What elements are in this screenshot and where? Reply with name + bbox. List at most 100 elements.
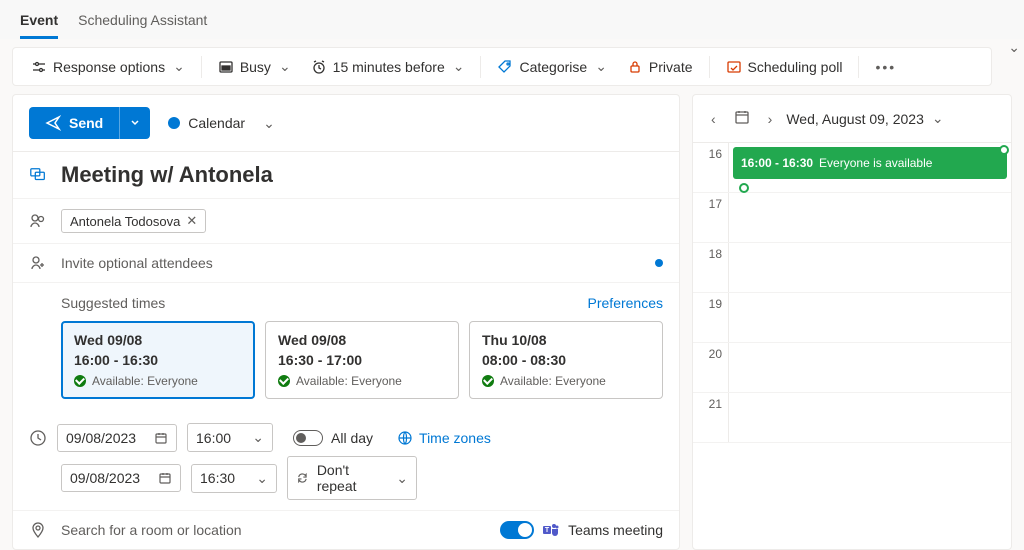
calendar-icon — [158, 471, 172, 485]
prev-day-button[interactable]: ‹ — [707, 109, 720, 129]
tag-icon — [497, 59, 513, 75]
private-button[interactable]: Private — [619, 55, 701, 79]
categorise-button[interactable]: Categorise ⌄ — [489, 54, 614, 79]
location-input[interactable]: Search for a room or location — [61, 522, 486, 538]
suggested-times-label: Suggested times — [61, 295, 165, 311]
next-day-button[interactable]: › — [764, 109, 777, 129]
chevron-down-icon: ⌄ — [252, 429, 264, 446]
check-icon — [278, 375, 290, 387]
chevron-down-icon — [130, 118, 140, 128]
lock-icon — [627, 59, 643, 75]
suggested-time-card[interactable]: Wed 09/08 16:30 - 17:00 Available: Every… — [265, 321, 459, 399]
separator — [858, 56, 859, 78]
preferences-link[interactable]: Preferences — [588, 295, 663, 311]
scheduling-poll-button[interactable]: Scheduling poll — [718, 55, 851, 79]
event-block[interactable]: 16:00 - 16:30 Everyone is available — [733, 147, 1007, 179]
event-time: 16:00 - 16:30 — [741, 156, 813, 170]
separator — [709, 56, 710, 78]
chevron-down-icon: ⌄ — [256, 470, 268, 487]
more-button[interactable]: ••• — [867, 55, 904, 79]
calendar-popup-button[interactable] — [730, 107, 754, 130]
suggested-time-card[interactable]: Wed 09/08 16:00 - 16:30 Available: Every… — [61, 321, 255, 399]
response-options-label: Response options — [53, 59, 165, 75]
send-icon — [45, 115, 61, 131]
chevron-down-icon: ⌄ — [453, 58, 465, 75]
check-icon — [482, 375, 494, 387]
allday-label: All day — [331, 430, 373, 446]
timezones-link[interactable]: Time zones — [397, 430, 491, 446]
separator — [201, 56, 202, 78]
start-time-input[interactable]: 16:00 ⌄ — [187, 423, 273, 452]
response-options-button[interactable]: Response options ⌄ — [23, 54, 193, 79]
card-day: Wed 09/08 — [74, 332, 242, 348]
poll-label: Scheduling poll — [748, 59, 843, 75]
chevron-down-icon: ⌄ — [595, 58, 607, 75]
reminder-button[interactable]: 15 minutes before ⌄ — [303, 54, 473, 79]
reminder-label: 15 minutes before — [333, 59, 445, 75]
optional-attendees-icon — [29, 254, 47, 272]
hour-label: 17 — [693, 193, 729, 242]
indicator-dot — [655, 259, 663, 267]
chat-icon — [29, 165, 47, 185]
resize-handle[interactable] — [739, 183, 749, 193]
event-availability: Everyone is available — [819, 156, 932, 170]
resize-handle[interactable] — [999, 145, 1009, 155]
chevron-down-icon: ⌄ — [932, 110, 944, 127]
calendar-picker[interactable]: Calendar ⌄ — [168, 115, 275, 132]
end-date-input[interactable]: 09/08/2023 — [61, 464, 181, 492]
calendar-icon — [734, 109, 750, 125]
attendee-chip[interactable]: Antonela Todosova ✕ — [61, 209, 206, 233]
start-date-input[interactable]: 09/08/2023 — [57, 424, 177, 452]
attendee-name: Antonela Todosova — [70, 214, 180, 229]
globe-icon — [397, 430, 413, 446]
calendar-icon — [154, 431, 168, 445]
hour-label: 20 — [693, 343, 729, 392]
date-picker[interactable]: Wed, August 09, 2023 ⌄ — [786, 110, 943, 127]
timeline[interactable]: 16 16:00 - 16:30 Everyone is available 1… — [693, 142, 1011, 443]
chevron-down-icon: ⌄ — [173, 58, 185, 75]
teams-toggle[interactable] — [500, 521, 534, 539]
card-avail: Available: Everyone — [296, 374, 402, 388]
card-avail: Available: Everyone — [92, 374, 198, 388]
send-label: Send — [69, 115, 103, 131]
hour-label: 19 — [693, 293, 729, 342]
end-time-input[interactable]: 16:30 ⌄ — [191, 464, 277, 493]
card-time: 08:00 - 08:30 — [482, 352, 650, 368]
location-icon — [29, 521, 47, 539]
categorise-label: Categorise — [519, 59, 587, 75]
hour-label: 18 — [693, 243, 729, 292]
calendar-label: Calendar — [188, 115, 245, 131]
busy-status-button[interactable]: Busy ⌄ — [210, 54, 299, 79]
ribbon-tabs: Event Scheduling Assistant — [0, 0, 1024, 39]
send-split-button[interactable] — [119, 107, 150, 139]
chevron-down-icon: ⌄ — [279, 58, 291, 75]
hour-label: 16 — [693, 143, 729, 192]
separator — [480, 56, 481, 78]
calendar-color-dot — [168, 117, 180, 129]
suggested-time-card[interactable]: Thu 10/08 08:00 - 08:30 Available: Every… — [469, 321, 663, 399]
optional-attendees-input[interactable]: Invite optional attendees — [61, 255, 641, 271]
repeat-select[interactable]: Don't repeat ⌄ — [287, 456, 417, 500]
chevron-down-icon: ⌄ — [263, 115, 275, 132]
sliders-icon — [31, 59, 47, 75]
repeat-icon — [296, 471, 309, 485]
clock-icon — [29, 429, 47, 447]
teams-label: Teams meeting — [568, 522, 663, 538]
card-day: Wed 09/08 — [278, 332, 446, 348]
ellipsis-icon: ••• — [875, 59, 896, 75]
day-preview: ‹ › Wed, August 09, 2023 ⌄ 16 16:00 - 16… — [692, 94, 1012, 550]
remove-attendee-icon[interactable]: ✕ — [186, 213, 197, 229]
tab-scheduling-assistant[interactable]: Scheduling Assistant — [78, 8, 207, 39]
send-button[interactable]: Send — [29, 107, 150, 139]
collapse-ribbon-button[interactable]: ⌄ — [1004, 39, 1024, 56]
poll-icon — [726, 59, 742, 75]
tab-event[interactable]: Event — [20, 8, 58, 39]
card-time: 16:30 - 17:00 — [278, 352, 446, 368]
busy-label: Busy — [240, 59, 271, 75]
chevron-down-icon: ⌄ — [396, 470, 408, 487]
alarm-icon — [311, 59, 327, 75]
event-form: Send Calendar ⌄ Antonela T — [12, 94, 680, 550]
event-title-input[interactable] — [61, 162, 663, 188]
allday-toggle[interactable] — [293, 430, 323, 446]
busy-icon — [218, 59, 234, 75]
